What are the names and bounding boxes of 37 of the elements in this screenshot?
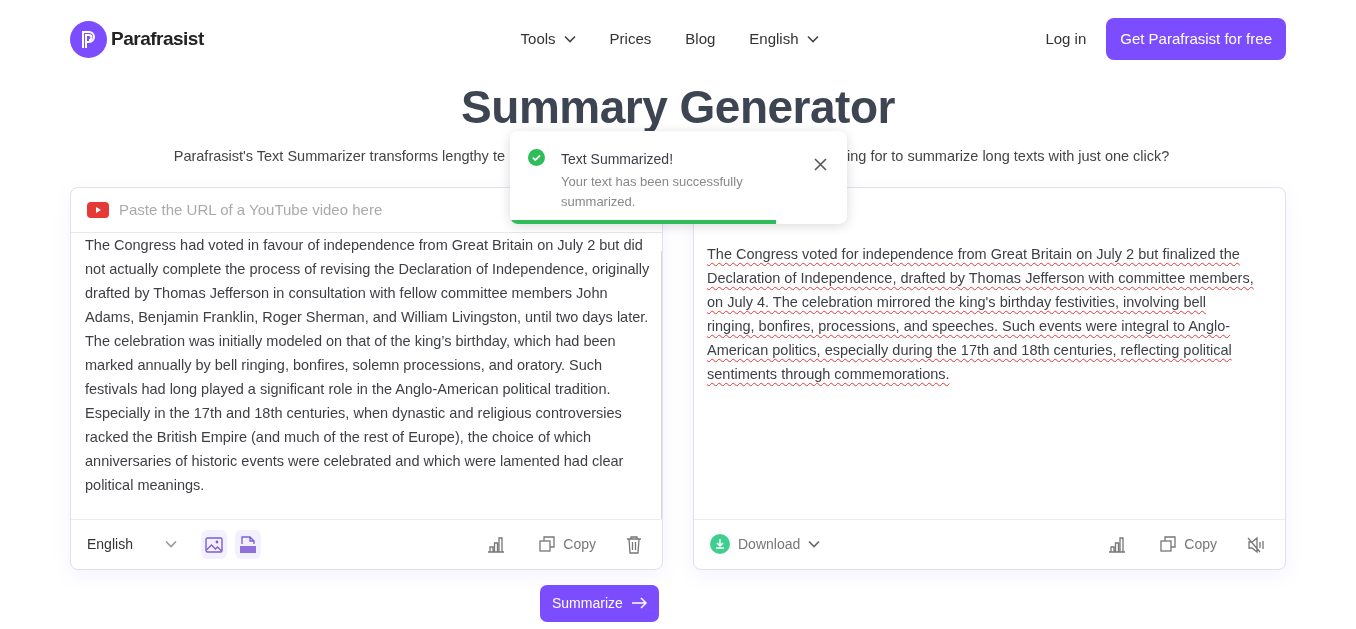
summary-text: The Congress voted for independence from Great Britain on July 2 but finalized the Declaration of Independence, drafted by Thomas Jefferson with committee members, on July 4. The celebration mirrored the king's birthday festivities, involving bell ringing, bonfires, processions, and speeches. Such events were integral to Anglo-American politics, especially during the 17th and 18th centuries, reflecting political sentiments through commemorations. xyxy=(707,244,1255,384)
copy-icon xyxy=(539,536,556,553)
pdf-file-icon xyxy=(239,536,257,555)
login-link[interactable]: Log in xyxy=(1045,27,1087,51)
chevron-icon xyxy=(165,540,177,549)
upload-pdf-button[interactable] xyxy=(235,529,261,559)
signup-button[interactable]: Get Parafrasist for free xyxy=(1106,17,1286,61)
close-icon xyxy=(814,157,827,171)
speaker-muted-icon xyxy=(1247,537,1265,554)
download-button[interactable]: Download xyxy=(710,533,821,555)
arrow-right-icon xyxy=(630,597,647,610)
nav-link[interactable]: Blog xyxy=(685,27,716,51)
nav-link[interactable]: Tools xyxy=(520,27,576,51)
logo-text: Parafrasist xyxy=(111,26,204,51)
nav-link[interactable]: English xyxy=(749,27,819,51)
trash-icon xyxy=(626,536,642,555)
video-play-icon xyxy=(87,201,109,218)
copy-icon xyxy=(1160,536,1177,553)
bar-chart-icon xyxy=(487,537,506,554)
image-icon xyxy=(205,537,223,554)
success-icon xyxy=(528,149,545,166)
subtitle-text: Parafrasist's Text Summarizer transforms lengthy te xyxy=(173,147,505,166)
toast-message: Your text has been successfully summarized. xyxy=(561,173,744,211)
bar-chart-icon xyxy=(1108,537,1127,554)
upload-image-button[interactable] xyxy=(201,529,227,559)
nav-link[interactable]: Prices xyxy=(609,27,652,51)
subtitle-text: ing for to summarize long texts with just one click? xyxy=(847,147,1170,166)
copy-button[interactable]: Copy xyxy=(539,533,596,555)
download-icon xyxy=(710,534,730,555)
toast-title: Text Summarized! xyxy=(561,150,675,169)
copy-button[interactable]: Copy xyxy=(1160,533,1217,555)
page-title: Summary Generator xyxy=(460,84,896,130)
summarize-button[interactable]: Summarize xyxy=(540,584,659,622)
chevron-icon xyxy=(808,540,821,549)
language-select[interactable]: English xyxy=(87,533,177,555)
input-text: The Congress had voted in favour of independence from Great Britain on July 2 but did not actually complete the process of revising the Declaration of Independence, originally drafted by Thomas Jefferson in consultation with fellow committee members John Adams, Benjamin Franklin, Roger Sherman, and William Livingston, until two days later. The celebration was initially modeled on that of the king’s birthday, which had been marked annually by bell ringing, bonfires, solemn processions, and oratory. Such festivals had long played a significant role in the Anglo-American political tradition. Especially in the 17th and 18th centuries, when dynastic and religious controversies racked the British Empire (and much of the rest of Europe), the choice of which anniversaries of historic events were celebrated and which were lamented had clear political meanings. xyxy=(85,235,651,495)
logo-icon xyxy=(70,20,107,58)
